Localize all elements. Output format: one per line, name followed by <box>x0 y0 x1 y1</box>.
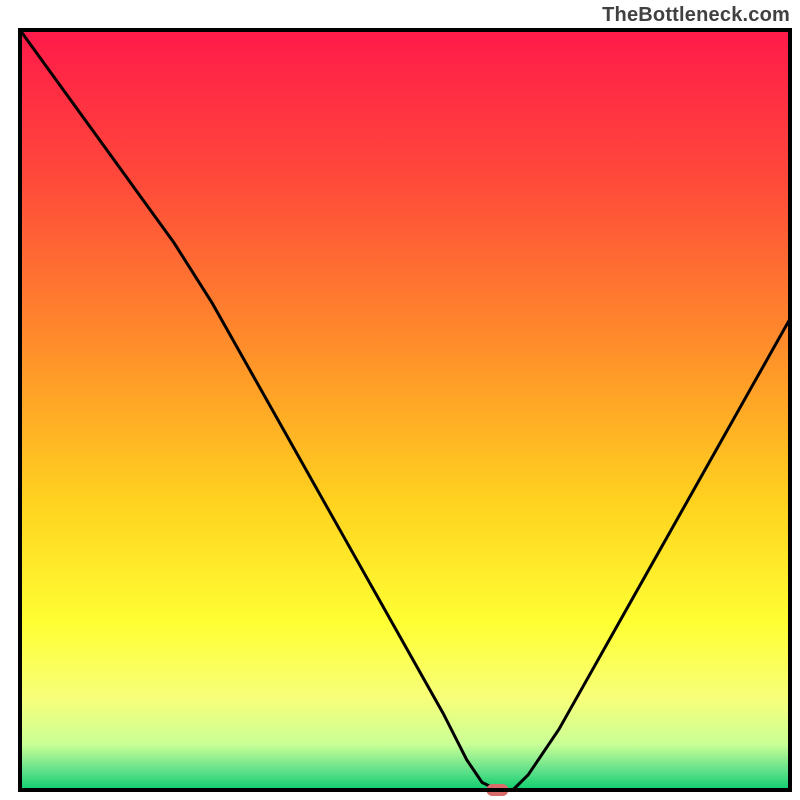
chart-background <box>20 30 790 790</box>
bottleneck-chart <box>0 0 800 800</box>
chart-container: TheBottleneck.com <box>0 0 800 800</box>
watermark-text: TheBottleneck.com <box>602 4 790 27</box>
